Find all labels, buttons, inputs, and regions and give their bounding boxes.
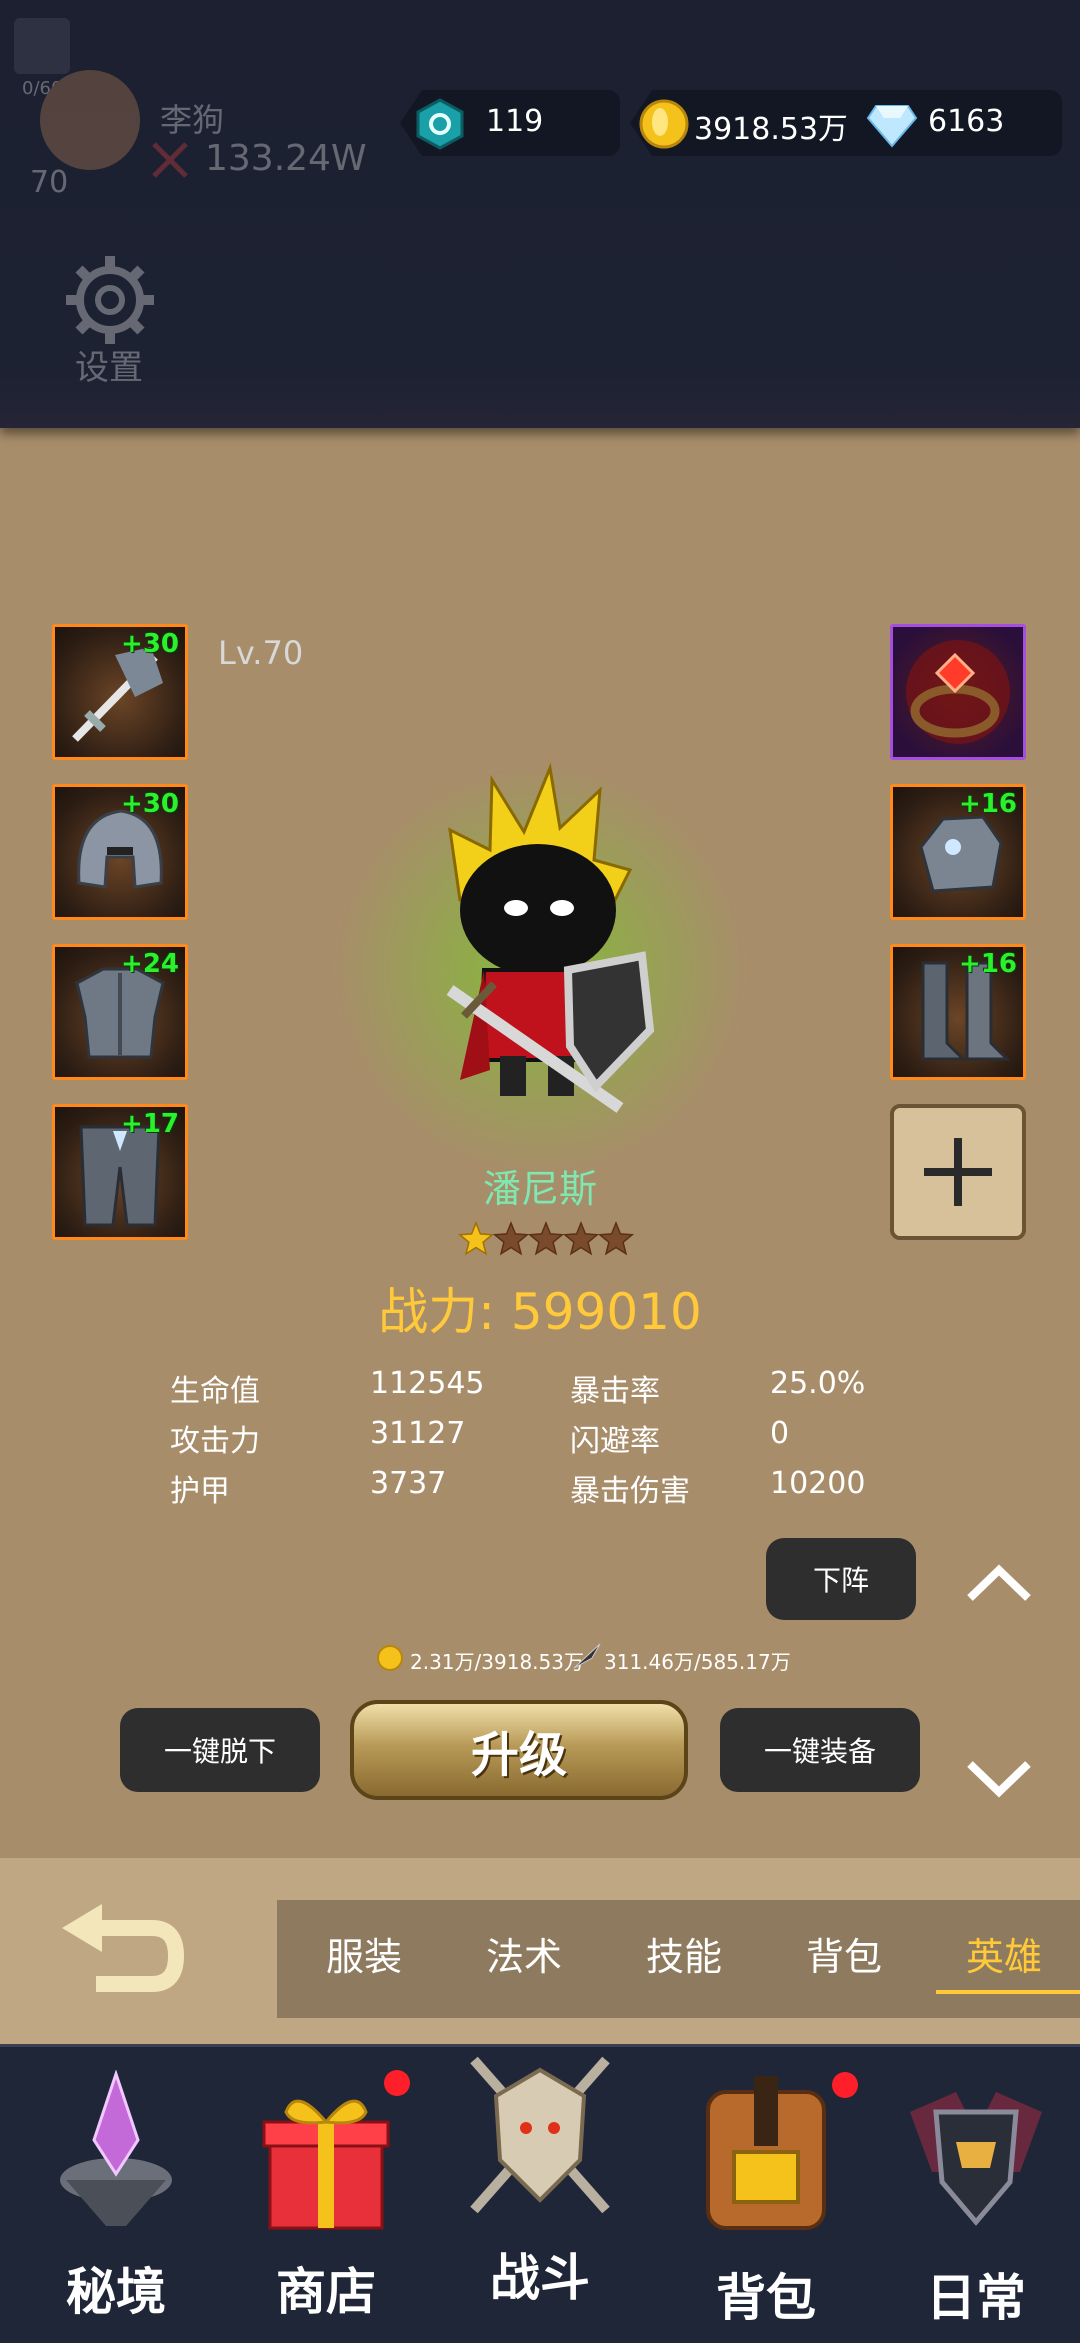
equip-slot-legs[interactable]: +17 [52, 1104, 188, 1240]
gear-icon[interactable] [60, 250, 160, 350]
stat-crit-rate-label: 暴击率 [570, 1374, 660, 1409]
diamond-icon [866, 98, 918, 150]
equip-slot-ring[interactable] [890, 624, 1026, 760]
hero-star-rating [456, 1220, 636, 1260]
nav-secret-realm-label: 秘境 [66, 2263, 166, 2321]
equip-plus-helmet: +30 [121, 789, 179, 819]
nav-shop[interactable]: 商店 [226, 2062, 426, 2332]
hero-name: 潘尼斯 [482, 1167, 597, 1211]
dismiss-button[interactable]: 下阵 [766, 1538, 916, 1620]
equip-slot-boots[interactable]: +16 [890, 944, 1026, 1080]
equip-plus-chest: +24 [121, 949, 179, 979]
tab-outfit[interactable]: 服装 [326, 1926, 402, 1981]
player-name: 李狗 [160, 101, 225, 139]
nav-daily-label: 日常 [926, 2269, 1026, 2327]
equip-plus-gloves: +16 [959, 789, 1017, 819]
tab-spells[interactable]: 法术 [486, 1926, 562, 1981]
equip-slot-chest[interactable]: +24 [52, 944, 188, 1080]
tab-backpack[interactable]: 背包 [806, 1926, 882, 1981]
crossed-swords-icon [150, 140, 190, 180]
player-info-dimmed: 0/60 70 李狗 133.24W 设置 [0, 0, 1080, 428]
star-empty-icon [527, 1220, 565, 1256]
stat-crit-damage-label: 暴击伤害 [570, 1474, 690, 1509]
exp-cost-text: 311.46万/585.17万 [604, 1650, 791, 1674]
shop-notification-badge [384, 2070, 410, 2096]
avatar[interactable] [40, 70, 140, 170]
stat-dodge-label: 闪避率 [570, 1424, 660, 1459]
chevron-up-icon[interactable] [964, 1560, 1034, 1604]
back-arrow-icon[interactable] [56, 1898, 186, 2002]
plus-icon [924, 1138, 992, 1206]
ring-icon [906, 640, 1010, 744]
equip-all-button[interactable]: 一键装备 [720, 1708, 920, 1792]
settings-label: 设置 [75, 348, 143, 388]
equip-slot-gloves[interactable]: +16 [890, 784, 1026, 920]
equip-plus-weapon: +30 [121, 629, 179, 659]
hero-character[interactable] [420, 760, 660, 1130]
stat-attack-label: 攻击力 [170, 1424, 260, 1459]
equip-plus-boots: +16 [959, 949, 1017, 979]
rune-gem-value: 119 [486, 104, 544, 139]
diamond-counter[interactable]: 6163 [842, 90, 1062, 156]
nav-battle[interactable]: 战斗 [440, 2050, 640, 2330]
tab-heroes[interactable]: 英雄 [966, 1926, 1042, 1981]
nav-secret-realm[interactable]: 秘境 [16, 2062, 216, 2332]
nav-backpack-label: 背包 [716, 2269, 816, 2327]
diamond-value: 6163 [928, 104, 1005, 139]
stat-crit-rate-value: 25.0% [770, 1366, 866, 1401]
gift-box-icon [262, 2099, 390, 2230]
equip-slot-helmet[interactable]: +30 [52, 784, 188, 920]
crystal-island-icon [60, 2070, 172, 2226]
menu-icon[interactable] [14, 18, 70, 74]
player-level: 70 [30, 165, 69, 200]
backpack-notification-badge [832, 2072, 858, 2098]
nav-daily[interactable]: 日常 [876, 2062, 1076, 2332]
nav-shop-label: 商店 [276, 2263, 376, 2321]
rune-gem-counter[interactable]: 119 [400, 90, 620, 156]
stat-dodge-value: 0 [770, 1416, 790, 1451]
star-empty-icon [597, 1220, 635, 1256]
hero-power: 战力: 599010 [378, 1283, 702, 1341]
star-filled-icon [457, 1220, 495, 1256]
backpack-icon [706, 2076, 826, 2230]
nav-battle-label: 战斗 [490, 2249, 590, 2307]
lion-crest-icon [470, 2056, 610, 2214]
stat-hp-value: 112545 [370, 1366, 485, 1401]
add-slot-button[interactable] [890, 1104, 1026, 1240]
star-empty-icon [562, 1220, 600, 1256]
unequip-all-button[interactable]: 一键脱下 [120, 1708, 320, 1792]
rune-gem-icon [414, 98, 466, 150]
stat-attack-value: 31127 [370, 1416, 466, 1451]
equip-plus-legs: +17 [121, 1109, 179, 1139]
equip-slot-weapon[interactable]: +30 [52, 624, 188, 760]
stat-armor-value: 3737 [370, 1466, 447, 1501]
chevron-down-icon[interactable] [964, 1756, 1034, 1800]
top-status-bar: 0/60 70 李狗 133.24W 设置 119 3918.53万 6163 [0, 0, 1080, 428]
gold-coin-icon [638, 98, 690, 150]
daily-shield-icon [910, 2092, 1042, 2226]
stat-armor-label: 护甲 [170, 1474, 230, 1509]
feather-icon [572, 1642, 602, 1670]
stat-hp-label: 生命值 [170, 1374, 260, 1409]
gold-coin-icon [376, 1644, 404, 1672]
star-empty-icon [492, 1220, 530, 1256]
tab-skills[interactable]: 技能 [646, 1926, 722, 1981]
gold-value: 3918.53万 [694, 112, 849, 147]
gold-cost-text: 2.31万/3918.53万 [410, 1650, 584, 1674]
stat-crit-damage-value: 10200 [770, 1466, 866, 1501]
player-power: 133.24W [205, 138, 367, 179]
upgrade-button[interactable]: 升级 [350, 1700, 688, 1800]
hero-level: Lv.70 [218, 634, 304, 672]
tab-active-underline [936, 1990, 1080, 1994]
nav-backpack[interactable]: 背包 [666, 2062, 866, 2332]
